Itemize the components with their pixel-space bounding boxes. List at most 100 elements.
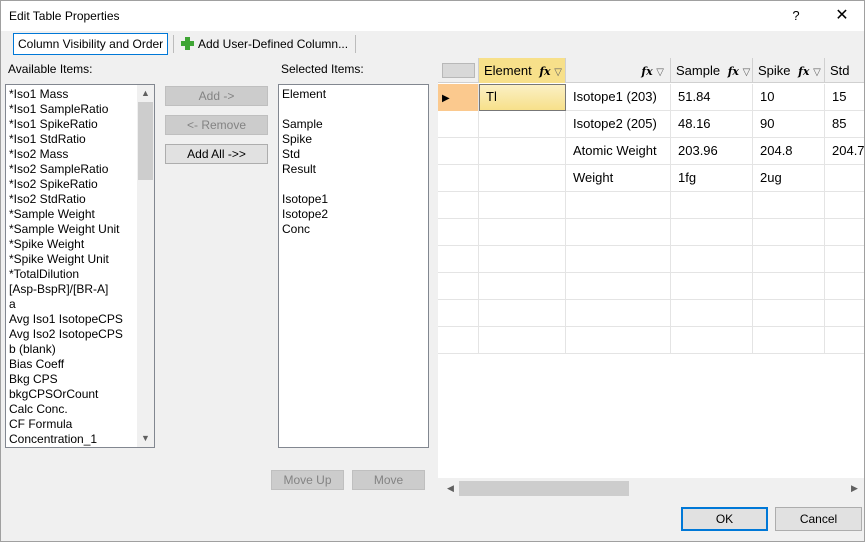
grid-cell-spike[interactable]: [753, 273, 825, 300]
grid-cell-std[interactable]: 204.7: [825, 138, 864, 165]
grid-cell-label[interactable]: [566, 327, 671, 354]
ok-button[interactable]: OK: [681, 507, 768, 531]
row-indicator[interactable]: [438, 300, 479, 327]
grid-cell-std[interactable]: [825, 273, 864, 300]
row-indicator[interactable]: ▶: [438, 84, 479, 111]
grid-cell-label[interactable]: [566, 246, 671, 273]
row-indicator[interactable]: [438, 165, 479, 192]
grid-cell-element[interactable]: [479, 246, 566, 273]
grid-cell-label[interactable]: [566, 273, 671, 300]
available-list-item[interactable]: Bias Coeff: [6, 357, 154, 372]
grid-cell-element[interactable]: [479, 219, 566, 246]
grid-row[interactable]: Isotope2 (205) 48.16 90 85: [438, 111, 864, 138]
formula-icon[interactable]: fx: [539, 65, 550, 78]
available-list-item[interactable]: *Iso2 StdRatio: [6, 192, 154, 207]
column-header-std[interactable]: Std: [825, 58, 864, 83]
grid-row[interactable]: [438, 219, 864, 246]
grid-cell-std[interactable]: [825, 300, 864, 327]
grid-cell-element[interactable]: [479, 165, 566, 192]
selected-list-item[interactable]: Result: [279, 162, 428, 177]
grid-cell-sample[interactable]: [671, 219, 753, 246]
row-indicator[interactable]: [438, 273, 479, 300]
grid-cell-sample[interactable]: [671, 300, 753, 327]
available-list-item[interactable]: CF Formula: [6, 417, 154, 432]
available-list-item[interactable]: Avg Iso2 IsotopeCPS: [6, 327, 154, 342]
grid-cell-spike[interactable]: [753, 246, 825, 273]
formula-icon[interactable]: fx: [641, 65, 652, 78]
cancel-button[interactable]: Cancel: [775, 507, 862, 531]
available-list-item[interactable]: *Iso1 SpikeRatio: [6, 117, 154, 132]
grid-cell-std[interactable]: [825, 246, 864, 273]
scroll-up-icon[interactable]: ▲: [137, 85, 154, 102]
available-list-item[interactable]: *Sample Weight: [6, 207, 154, 222]
row-indicator[interactable]: [438, 219, 479, 246]
grid-cell-spike[interactable]: 10: [753, 84, 825, 111]
available-list-item[interactable]: Bkg CPS: [6, 372, 154, 387]
grid-cell-element[interactable]: [479, 138, 566, 165]
grid-cell-sample[interactable]: 48.16: [671, 111, 753, 138]
scroll-thumb[interactable]: [459, 481, 629, 496]
selected-list-item[interactable]: [279, 177, 428, 192]
grid-cell-element[interactable]: [479, 111, 566, 138]
row-indicator[interactable]: [438, 138, 479, 165]
row-header-corner[interactable]: [438, 58, 479, 83]
grid-cell-element[interactable]: [479, 192, 566, 219]
filter-icon[interactable]: ▽: [656, 67, 664, 78]
grid-cell-spike[interactable]: [753, 219, 825, 246]
grid-cell-std[interactable]: [825, 219, 864, 246]
grid-row[interactable]: Weight 1fg 2ug: [438, 165, 864, 192]
selected-list-item[interactable]: Spike: [279, 132, 428, 147]
row-indicator[interactable]: [438, 327, 479, 354]
scroll-thumb[interactable]: [138, 102, 153, 180]
grid-row[interactable]: [438, 300, 864, 327]
scroll-left-icon[interactable]: ◀: [442, 480, 459, 497]
available-list-scrollbar[interactable]: ▲ ▼: [137, 85, 154, 447]
grid-cell-spike[interactable]: 2ug: [753, 165, 825, 192]
column-header-label[interactable]: fx ▽: [566, 58, 671, 83]
grid-cell-element[interactable]: [479, 327, 566, 354]
preview-grid[interactable]: Element fx ▽ fx ▽ Sample fx ▽ Spike fx ▽…: [438, 58, 864, 478]
row-indicator[interactable]: [438, 192, 479, 219]
available-items-list[interactable]: *Iso1 Mass *Iso1 SampleRatio *Iso1 SpikeRa…: [5, 84, 155, 448]
available-list-item[interactable]: *Iso2 SpikeRatio: [6, 177, 154, 192]
grid-cell-std[interactable]: [825, 327, 864, 354]
available-list-item[interactable]: [Asp-BspR]/[BR-A]: [6, 282, 154, 297]
grid-cell-sample[interactable]: 203.96: [671, 138, 753, 165]
grid-cell-spike[interactable]: 90: [753, 111, 825, 138]
grid-row[interactable]: Atomic Weight 203.96 204.8 204.7: [438, 138, 864, 165]
formula-icon[interactable]: fx: [728, 65, 739, 78]
grid-cell-label[interactable]: Atomic Weight: [566, 138, 671, 165]
available-list-item[interactable]: *Iso2 Mass: [6, 147, 154, 162]
formula-icon[interactable]: fx: [798, 65, 809, 78]
available-list-item[interactable]: *Iso1 Mass: [6, 87, 154, 102]
remove-button[interactable]: <- Remove: [165, 115, 268, 135]
row-indicator[interactable]: [438, 111, 479, 138]
available-list-item[interactable]: Calc Conc.: [6, 402, 154, 417]
grid-horizontal-scrollbar[interactable]: ◀ ▶: [442, 480, 863, 497]
grid-cell-element[interactable]: [479, 273, 566, 300]
row-indicator[interactable]: [438, 246, 479, 273]
available-list-item[interactable]: bkgCPSOrCount: [6, 387, 154, 402]
selected-list-item[interactable]: Isotope1: [279, 192, 428, 207]
scroll-down-icon[interactable]: ▼: [137, 430, 154, 447]
grid-cell-spike[interactable]: [753, 192, 825, 219]
grid-cell-std[interactable]: [825, 192, 864, 219]
column-visibility-button[interactable]: Column Visibility and Order: [13, 33, 169, 55]
scroll-right-icon[interactable]: ▶: [846, 480, 863, 497]
selected-list-item[interactable]: Conc: [279, 222, 428, 237]
add-all-button[interactable]: Add All ->>: [165, 144, 268, 164]
available-list-item[interactable]: Avg Iso1 IsotopeCPS: [6, 312, 154, 327]
grid-row[interactable]: [438, 327, 864, 354]
selected-list-item[interactable]: [279, 102, 428, 117]
available-list-item[interactable]: *Spike Weight Unit: [6, 252, 154, 267]
column-header-element[interactable]: Element fx ▽: [479, 58, 566, 83]
grid-cell-label[interactable]: Isotope2 (205): [566, 111, 671, 138]
available-list-item[interactable]: *Spike Weight: [6, 237, 154, 252]
available-list-item[interactable]: *Iso1 StdRatio: [6, 132, 154, 147]
grid-cell-sample[interactable]: 1fg: [671, 165, 753, 192]
filter-icon[interactable]: ▽: [813, 67, 821, 78]
available-list-item[interactable]: *Iso2 SampleRatio: [6, 162, 154, 177]
move-down-button[interactable]: Move: [352, 470, 425, 490]
selected-list-item[interactable]: Sample: [279, 117, 428, 132]
move-up-button[interactable]: Move Up: [271, 470, 344, 490]
